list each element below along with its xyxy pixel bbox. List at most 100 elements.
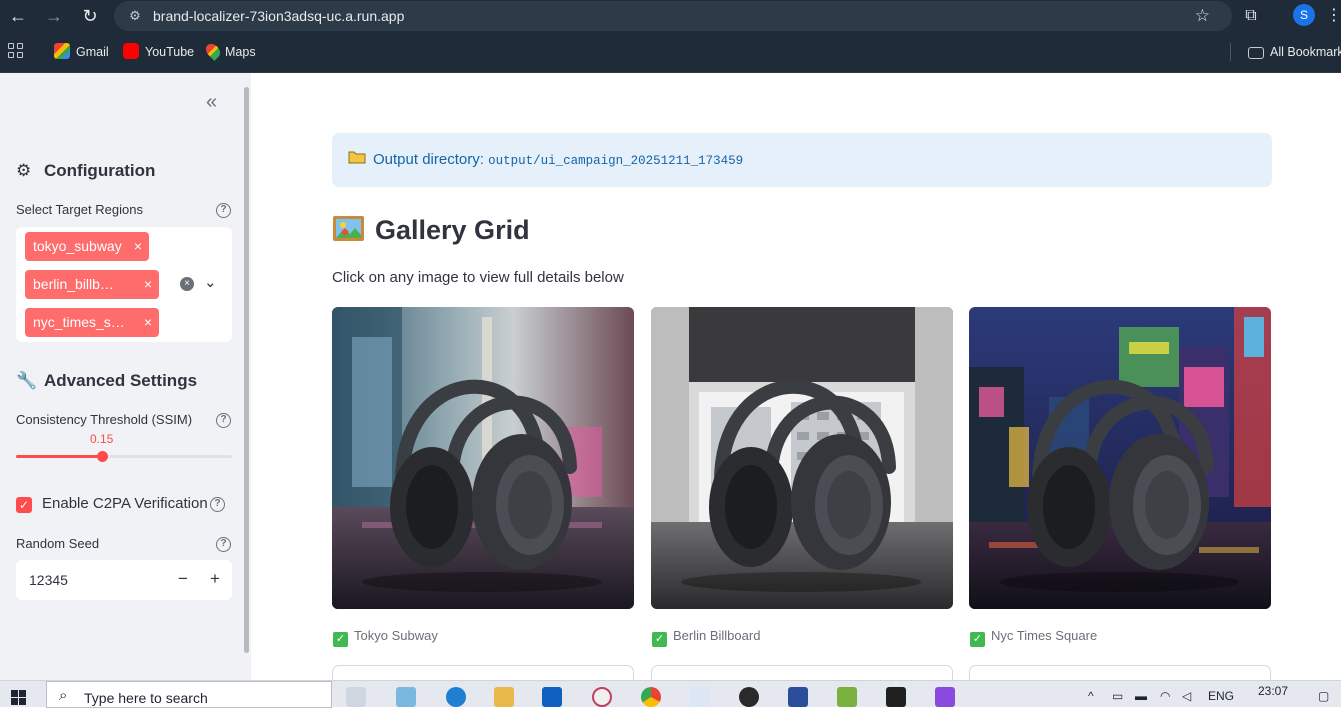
- configuration-heading: ⚙ Configuration: [16, 161, 156, 180]
- gallery-label-berlin: ✓ Berlin Billboard: [652, 628, 760, 647]
- gear-icon: ⚙: [16, 161, 32, 180]
- regions-help-icon[interactable]: ?: [216, 203, 231, 218]
- region-chip[interactable]: tokyo_subway ×: [25, 232, 149, 261]
- battery-icon[interactable]: ▬: [1135, 689, 1147, 703]
- menu-icon[interactable]: ⋮: [1326, 5, 1341, 27]
- output-directory-alert: Output directory: output/ui_campaign_202…: [332, 133, 1272, 187]
- remove-chip-icon[interactable]: ×: [144, 270, 152, 299]
- main-content: Output directory: output/ui_campaign_202…: [251, 73, 1341, 695]
- tray-chevron-icon[interactable]: ^: [1088, 689, 1094, 703]
- task-view-icon[interactable]: [346, 687, 366, 707]
- seed-label: Random Seed: [16, 536, 100, 551]
- ssim-value: 0.15: [90, 432, 114, 446]
- c2pa-checkbox[interactable]: ✓: [16, 497, 32, 513]
- terminal-icon[interactable]: [886, 687, 906, 707]
- c2pa-label[interactable]: Enable C2PA Verification: [42, 495, 208, 512]
- wrench-icon: 🔧: [16, 371, 38, 390]
- address-bar[interactable]: ⚙ brand-localizer-73ion3adsq-uc.a.run.ap…: [114, 1, 1232, 31]
- region-chip[interactable]: berlin_billb… ×: [25, 270, 159, 299]
- seed-help-icon[interactable]: ?: [216, 537, 231, 552]
- notifications-icon[interactable]: ▢: [1318, 689, 1329, 703]
- outlook-icon[interactable]: [542, 687, 562, 707]
- media-player-icon[interactable]: [739, 687, 759, 707]
- chevron-down-icon[interactable]: ⌄: [204, 273, 217, 291]
- seed-value[interactable]: 12345: [29, 572, 68, 588]
- profile-avatar[interactable]: S: [1293, 4, 1315, 26]
- ssim-slider-thumb[interactable]: [96, 451, 108, 462]
- gallery-image-tokyo[interactable]: [332, 307, 634, 609]
- output-directory-path: output/ui_campaign_20251211_173459: [488, 154, 744, 168]
- sidebar: « ⚙ Configuration Select Target Regions ?…: [0, 73, 251, 680]
- region-chip[interactable]: nyc_times_s… ×: [25, 308, 159, 337]
- bookmarks-bar: [0, 32, 1341, 73]
- gallery-caption: Click on any image to view full details …: [332, 269, 624, 286]
- chrome-icon[interactable]: [641, 687, 661, 707]
- seed-increment-button[interactable]: +: [205, 569, 225, 589]
- app-icon[interactable]: [837, 687, 857, 707]
- regions-label: Select Target Regions: [16, 202, 143, 217]
- ssim-help-icon[interactable]: ?: [216, 413, 231, 428]
- back-icon[interactable]: ←: [6, 4, 30, 28]
- clear-all-icon[interactable]: ×: [180, 277, 194, 291]
- all-bookmarks[interactable]: All Bookmarks: [1248, 43, 1341, 61]
- bookmark-youtube[interactable]: YouTube: [123, 43, 194, 61]
- app-icon[interactable]: [935, 687, 955, 707]
- tray-network-icon[interactable]: ▭: [1112, 689, 1123, 703]
- ssim-slider-fill: [16, 455, 102, 458]
- maps-icon: [203, 41, 223, 61]
- advanced-settings-heading: 🔧 Advanced Settings: [16, 371, 198, 390]
- headphones-tokyo-subway-image: [332, 307, 634, 609]
- sidebar-scrollbar[interactable]: [244, 87, 249, 653]
- framed-picture-icon: [333, 216, 364, 241]
- site-info-icon[interactable]: ⚙: [126, 7, 144, 25]
- bookmarks-separator: [1230, 43, 1231, 61]
- bookmark-gmail[interactable]: Gmail: [54, 43, 109, 61]
- gmail-icon: [54, 43, 70, 59]
- app-icon[interactable]: [592, 687, 612, 707]
- windows-start-icon[interactable]: [11, 690, 27, 706]
- check-icon: ✓: [652, 632, 667, 647]
- collapse-sidebar-button[interactable]: «: [206, 92, 226, 113]
- powershell-icon[interactable]: [788, 687, 808, 707]
- regions-multiselect[interactable]: tokyo_subway × berlin_billb… × nyc_times_s…: [16, 227, 232, 342]
- headphones-nyc-times-square-image: [969, 307, 1271, 609]
- remove-chip-icon[interactable]: ×: [134, 232, 142, 261]
- remove-chip-icon[interactable]: ×: [144, 308, 152, 337]
- check-icon: ✓: [970, 632, 985, 647]
- apps-grid-icon[interactable]: [8, 43, 24, 59]
- seed-input[interactable]: 12345 − +: [16, 560, 232, 600]
- taskbar-search[interactable]: ⌕ Type here to search: [46, 681, 332, 708]
- seed-decrement-button[interactable]: −: [173, 569, 193, 589]
- clock-time[interactable]: 23:07: [1258, 684, 1288, 698]
- browser-toolbar: ← → ↻ ⚙ brand-localizer-73ion3adsq-uc.a.…: [0, 0, 1341, 32]
- reload-icon[interactable]: ↻: [78, 4, 102, 28]
- output-directory-text: Output directory: output/ui_campaign_202…: [373, 151, 744, 168]
- ssim-label: Consistency Threshold (SSIM): [16, 412, 193, 427]
- url-text[interactable]: brand-localizer-73ion3adsq-uc.a.run.app: [153, 8, 404, 24]
- c2pa-help-icon[interactable]: ?: [210, 497, 225, 512]
- taskbar-search-placeholder[interactable]: Type here to search: [84, 690, 208, 706]
- gallery-title: Gallery Grid: [332, 215, 530, 246]
- wifi-icon[interactable]: ◠: [1160, 689, 1170, 703]
- volume-icon[interactable]: ◁: [1182, 689, 1191, 703]
- app-icon[interactable]: [689, 687, 709, 707]
- file-explorer-icon[interactable]: [494, 687, 514, 707]
- check-icon: ✓: [333, 632, 348, 647]
- extensions-icon[interactable]: ⧉: [1240, 5, 1262, 27]
- bookmark-maps[interactable]: Maps: [203, 41, 256, 61]
- edge-icon[interactable]: [446, 687, 466, 707]
- search-icon: ⌕: [59, 687, 68, 704]
- gallery-label-tokyo: ✓ Tokyo Subway: [333, 628, 438, 647]
- app-icon[interactable]: [396, 687, 416, 707]
- gallery-label-nyc: ✓ Nyc Times Square: [970, 628, 1097, 647]
- forward-icon[interactable]: →: [42, 4, 66, 28]
- gallery-image-berlin[interactable]: [651, 307, 953, 609]
- gallery-image-nyc[interactable]: [969, 307, 1271, 609]
- folder-icon: [348, 151, 366, 164]
- youtube-icon: [123, 43, 139, 59]
- bookmark-star-icon[interactable]: ☆: [1195, 5, 1210, 27]
- folder-icon: [1248, 47, 1264, 59]
- ssim-slider[interactable]: [16, 451, 232, 462]
- language-indicator[interactable]: ENG: [1208, 689, 1234, 703]
- windows-taskbar: ⌕ Type here to search ^ ▭ ▬ ◠ ◁ ENG 23:0…: [0, 680, 1341, 708]
